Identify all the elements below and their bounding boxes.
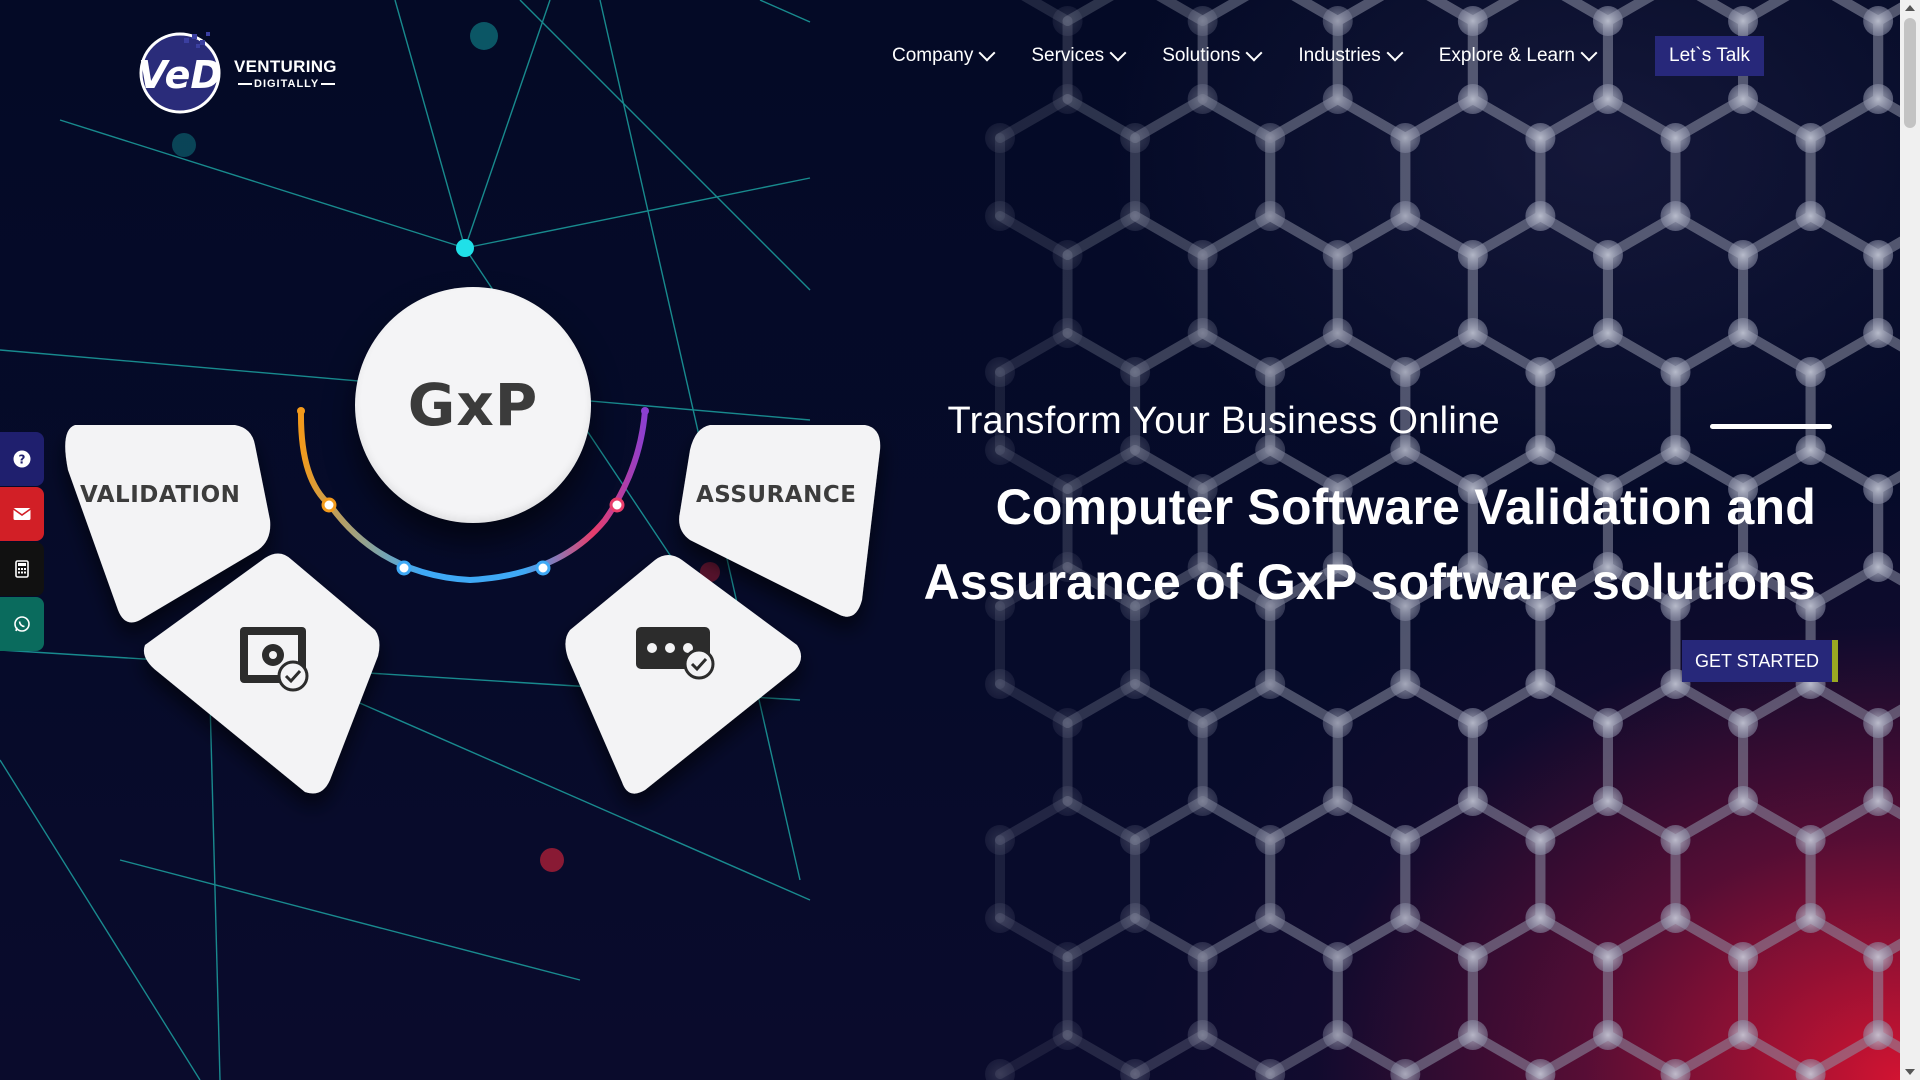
brand-name-secondary: DIGITALLY: [236, 78, 337, 90]
main-navigation: Company Services Solutions Industries Ex…: [892, 36, 1633, 76]
brand-name-primary: VENTURING: [234, 57, 337, 76]
tagline-underline-bar: [1710, 424, 1832, 429]
gxp-label: GxP: [407, 371, 539, 439]
scroll-up-arrow-icon[interactable]: [1905, 5, 1915, 11]
headline-line-2: Assurance of GxP software solutions: [923, 554, 1816, 610]
lets-talk-button[interactable]: Let`s Talk: [1655, 36, 1764, 76]
nav-solutions[interactable]: Solutions: [1162, 36, 1263, 76]
nav-industries-label: Industries: [1298, 45, 1381, 66]
whatsapp-button[interactable]: [0, 597, 44, 651]
assurance-shield-bottom: [565, 555, 802, 794]
page-scrollbar[interactable]: [1900, 0, 1920, 1080]
ved-logo-mark: VeD: [138, 32, 222, 114]
calculator-icon: [15, 560, 29, 578]
brand-logo[interactable]: VeD VENTURING DIGITALLY: [132, 30, 352, 115]
nav-solutions-label: Solutions: [1162, 45, 1241, 66]
nav-company[interactable]: Company: [892, 36, 996, 76]
scroll-thumb[interactable]: [1904, 18, 1916, 128]
hero-section: VeD VENTURING DIGITALLY Company Services…: [0, 0, 1900, 1080]
nav-company-label: Company: [892, 45, 974, 66]
envelope-icon: [13, 508, 31, 520]
svg-text:VeD: VeD: [138, 53, 222, 97]
scroll-down-arrow-icon[interactable]: [1905, 1069, 1915, 1075]
chevron-down-icon: [1245, 44, 1263, 62]
gxp-circle: GxP: [355, 287, 591, 523]
whatsapp-icon: [14, 616, 30, 632]
help-button[interactable]: ?: [0, 432, 44, 486]
assurance-label: ASSURANCE: [696, 482, 857, 508]
hero-headline: Computer Software Validation and Assuran…: [924, 470, 1816, 620]
chevron-down-icon: [1109, 44, 1127, 62]
chevron-down-icon: [1580, 44, 1598, 62]
chevron-down-icon: [1386, 44, 1404, 62]
question-circle-icon: ?: [13, 450, 31, 468]
chevron-down-icon: [978, 44, 996, 62]
nav-industries[interactable]: Industries: [1298, 36, 1404, 76]
side-contact-bar: ?: [0, 432, 44, 652]
nav-explore-learn[interactable]: Explore & Learn: [1438, 36, 1598, 76]
hero-tagline: Transform Your Business Online: [947, 400, 1500, 442]
gear-certificate-icon: [240, 627, 309, 692]
calculator-button[interactable]: [0, 542, 44, 596]
validation-label: VALIDATION: [80, 482, 241, 508]
get-started-button[interactable]: GET STARTED: [1682, 640, 1838, 682]
nav-services[interactable]: Services: [1031, 36, 1127, 76]
email-button[interactable]: [0, 487, 44, 541]
svg-text:?: ?: [19, 453, 26, 467]
nav-explore-learn-label: Explore & Learn: [1438, 45, 1575, 66]
nav-services-label: Services: [1031, 45, 1105, 66]
headline-line-1: Computer Software Validation and: [995, 479, 1816, 535]
